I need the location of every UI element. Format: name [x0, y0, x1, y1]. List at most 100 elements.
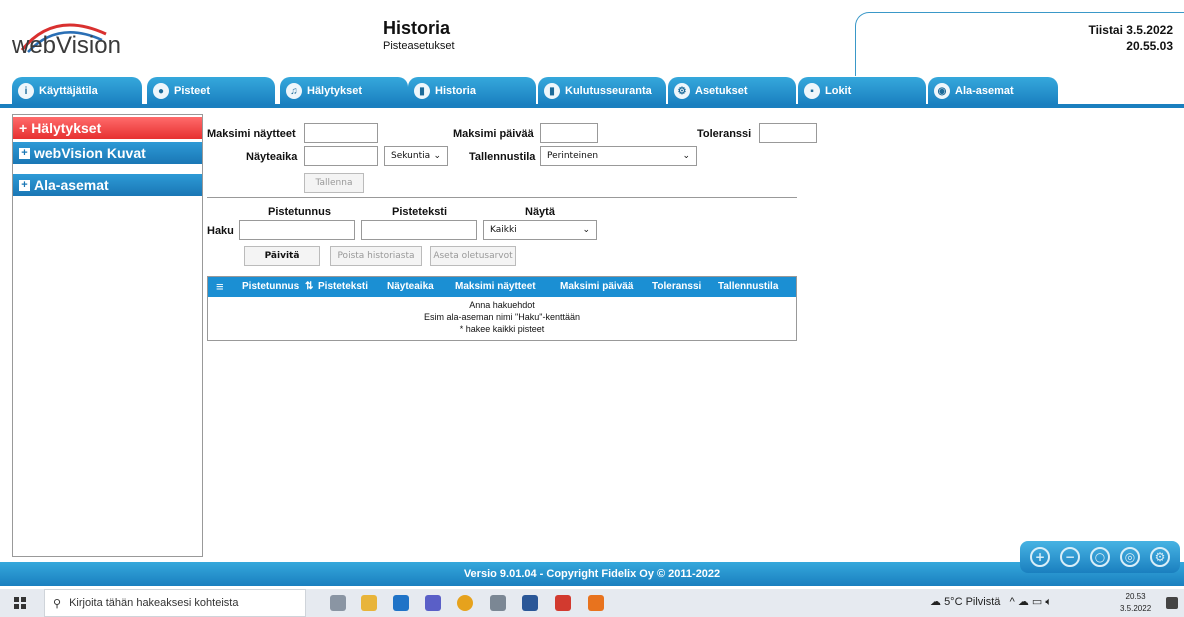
tolerance-label: Toleranssi: [697, 128, 752, 140]
expand-icon: +: [19, 119, 28, 136]
points-icon: ●: [153, 83, 169, 99]
column-header[interactable]: Maksimi näytteet: [455, 281, 536, 292]
tab-pisteet[interactable]: ● Pisteet: [147, 77, 275, 105]
max-samples-label: Maksimi näytteet: [207, 128, 296, 140]
point-text-column-label: Pisteteksti: [392, 206, 448, 218]
tab-label: Lokit: [825, 85, 852, 97]
empty-message: Esim ala-aseman nimi "Haku"-kenttään: [424, 312, 580, 322]
search-label: Haku: [207, 225, 234, 237]
footer-bar: Versio 9.01.04 - Copyright Fidelix Oy © …: [0, 562, 1184, 586]
webvision-logo[interactable]: webVision: [10, 12, 140, 70]
outlook-icon[interactable]: [393, 595, 409, 611]
sidebar-item-ala-asemat[interactable]: + Ala-asemat: [13, 174, 202, 196]
app-header: webVision Historia Pisteasetukset Tiista…: [0, 0, 1184, 76]
time-text: 20.55.03: [1126, 39, 1173, 53]
chrome-icon[interactable]: [457, 595, 473, 611]
search-placeholder: Kirjoita tähän hakeaksesi kohteista: [69, 597, 239, 609]
teams-icon[interactable]: [425, 595, 441, 611]
sidebar-item-halytykset[interactable]: + Hälytykset: [13, 117, 202, 139]
notification-icon[interactable]: [1166, 597, 1178, 609]
column-header[interactable]: Tallennustila: [718, 281, 778, 292]
tab-label: Hälytykset: [307, 85, 363, 97]
save-button[interactable]: Tallenna: [304, 173, 364, 193]
sample-unit-select[interactable]: Sekuntia ⌄: [384, 146, 448, 166]
settings-icon[interactable]: ⚙: [1150, 547, 1170, 567]
tab-label: Kulutusseuranta: [565, 85, 652, 97]
chevron-down-icon: ⌄: [433, 151, 441, 161]
pdf-editor-icon[interactable]: [555, 595, 571, 611]
sidebar-item-webvision-kuvat[interactable]: + webVision Kuvat: [13, 142, 202, 164]
tab-kayttajatila[interactable]: i Käyttäjätila: [12, 77, 142, 105]
tab-lokit[interactable]: ▪ Lokit: [798, 77, 926, 105]
select-value: Perinteinen: [547, 151, 599, 161]
refresh-button[interactable]: Päivitä: [244, 246, 320, 266]
info-icon: i: [18, 83, 34, 99]
substation-icon: ◉: [934, 83, 950, 99]
menu-icon[interactable]: ≡: [216, 279, 224, 294]
main-tab-bar: i Käyttäjätila ● Pisteet ♫ Hälytykset ▮ …: [0, 76, 1184, 106]
tab-label: Asetukset: [695, 85, 748, 97]
point-id-column-label: Pistetunnus: [268, 206, 331, 218]
version-text: Versio 9.01.04 - Copyright Fidelix Oy © …: [463, 568, 721, 580]
sample-time-input[interactable]: [304, 146, 378, 166]
date-text: Tiistai 3.5.2022: [1088, 23, 1173, 37]
app-icon[interactable]: [490, 595, 506, 611]
sidebar-item-label: webVision Kuvat: [34, 145, 146, 161]
app-t-icon[interactable]: [588, 595, 604, 611]
chart-icon: ▮: [414, 83, 430, 99]
empty-message: * hakee kaikki pisteet: [459, 324, 545, 334]
column-header[interactable]: Pistetunnus: [242, 281, 299, 292]
logo-text: webVision: [12, 32, 121, 59]
max-samples-input[interactable]: [304, 123, 378, 143]
system-tray[interactable]: ☁ 5°C Pilvistä ^ ☁ ▭ 🔈︎: [930, 595, 1052, 609]
column-header[interactable]: Maksimi päivää: [560, 281, 633, 292]
weather-icon: ☁: [930, 596, 941, 608]
table-header: ≡ Pistetunnus ⇅ Pisteteksti Näyteaika Ma…: [208, 277, 796, 297]
windows-start-icon[interactable]: [14, 597, 26, 609]
column-header[interactable]: Näyteaika: [387, 281, 434, 292]
zoom-out-icon[interactable]: −: [1060, 547, 1080, 567]
point-id-search-input[interactable]: [239, 220, 355, 240]
taskbar-clock[interactable]: 20.53 3.5.2022: [1120, 591, 1151, 615]
zoom-fit-icon[interactable]: ◎: [1120, 547, 1140, 567]
task-view-icon[interactable]: [330, 595, 346, 611]
show-select[interactable]: Kaikki ⌄: [483, 220, 597, 240]
select-value: Kaikki: [490, 225, 517, 235]
tab-asetukset[interactable]: ⚙ Asetukset: [668, 77, 796, 105]
column-header[interactable]: Toleranssi: [652, 281, 701, 292]
expand-icon: +: [19, 147, 30, 159]
search-icon: ⚲: [53, 597, 62, 610]
delete-from-history-button[interactable]: Poista historiasta: [330, 246, 422, 266]
weather-text: 5°C Pilvistä: [944, 596, 1001, 608]
tab-ala-asemat[interactable]: ◉ Ala-asemat: [928, 77, 1058, 105]
point-text-search-input[interactable]: [361, 220, 477, 240]
column-header[interactable]: Pisteteksti: [318, 281, 368, 292]
bell-icon: ♫: [286, 83, 302, 99]
zoom-reset-icon[interactable]: ○: [1090, 547, 1110, 567]
max-days-input[interactable]: [540, 123, 598, 143]
page-subtitle: Pisteasetukset: [383, 40, 455, 52]
storage-select[interactable]: Perinteinen ⌄: [540, 146, 697, 166]
tolerance-input[interactable]: [759, 123, 817, 143]
tray-icons[interactable]: ^ ☁ ▭ 🔈︎: [1003, 596, 1052, 608]
tab-halytykset[interactable]: ♫ Hälytykset: [280, 77, 408, 105]
file-explorer-icon[interactable]: [361, 595, 377, 611]
sort-icon[interactable]: ⇅: [305, 281, 313, 292]
sample-time-label: Näyteaika: [246, 151, 298, 163]
select-value: Sekuntia: [391, 151, 431, 161]
tab-kulutusseuranta[interactable]: ▮ Kulutusseuranta: [538, 77, 666, 105]
windows-taskbar: ⚲ Kirjoita tähän hakeaksesi kohteista ☁ …: [0, 589, 1184, 617]
show-column-label: Näytä: [525, 206, 555, 218]
set-defaults-button[interactable]: Aseta oletusarvot: [430, 246, 516, 266]
tab-historia[interactable]: ▮ Historia: [408, 77, 536, 105]
log-icon: ▪: [804, 83, 820, 99]
page-title: Historia: [383, 18, 451, 38]
word-icon[interactable]: [522, 595, 538, 611]
consumption-chart-icon: ▮: [544, 83, 560, 99]
zoom-in-icon[interactable]: +: [1030, 547, 1050, 567]
tab-label: Ala-asemat: [955, 85, 1014, 97]
chevron-down-icon: ⌄: [582, 225, 590, 235]
taskbar-search[interactable]: ⚲ Kirjoita tähän hakeaksesi kohteista: [44, 589, 306, 617]
tab-label: Historia: [435, 85, 476, 97]
sidebar-item-label: Ala-asemat: [34, 177, 109, 193]
